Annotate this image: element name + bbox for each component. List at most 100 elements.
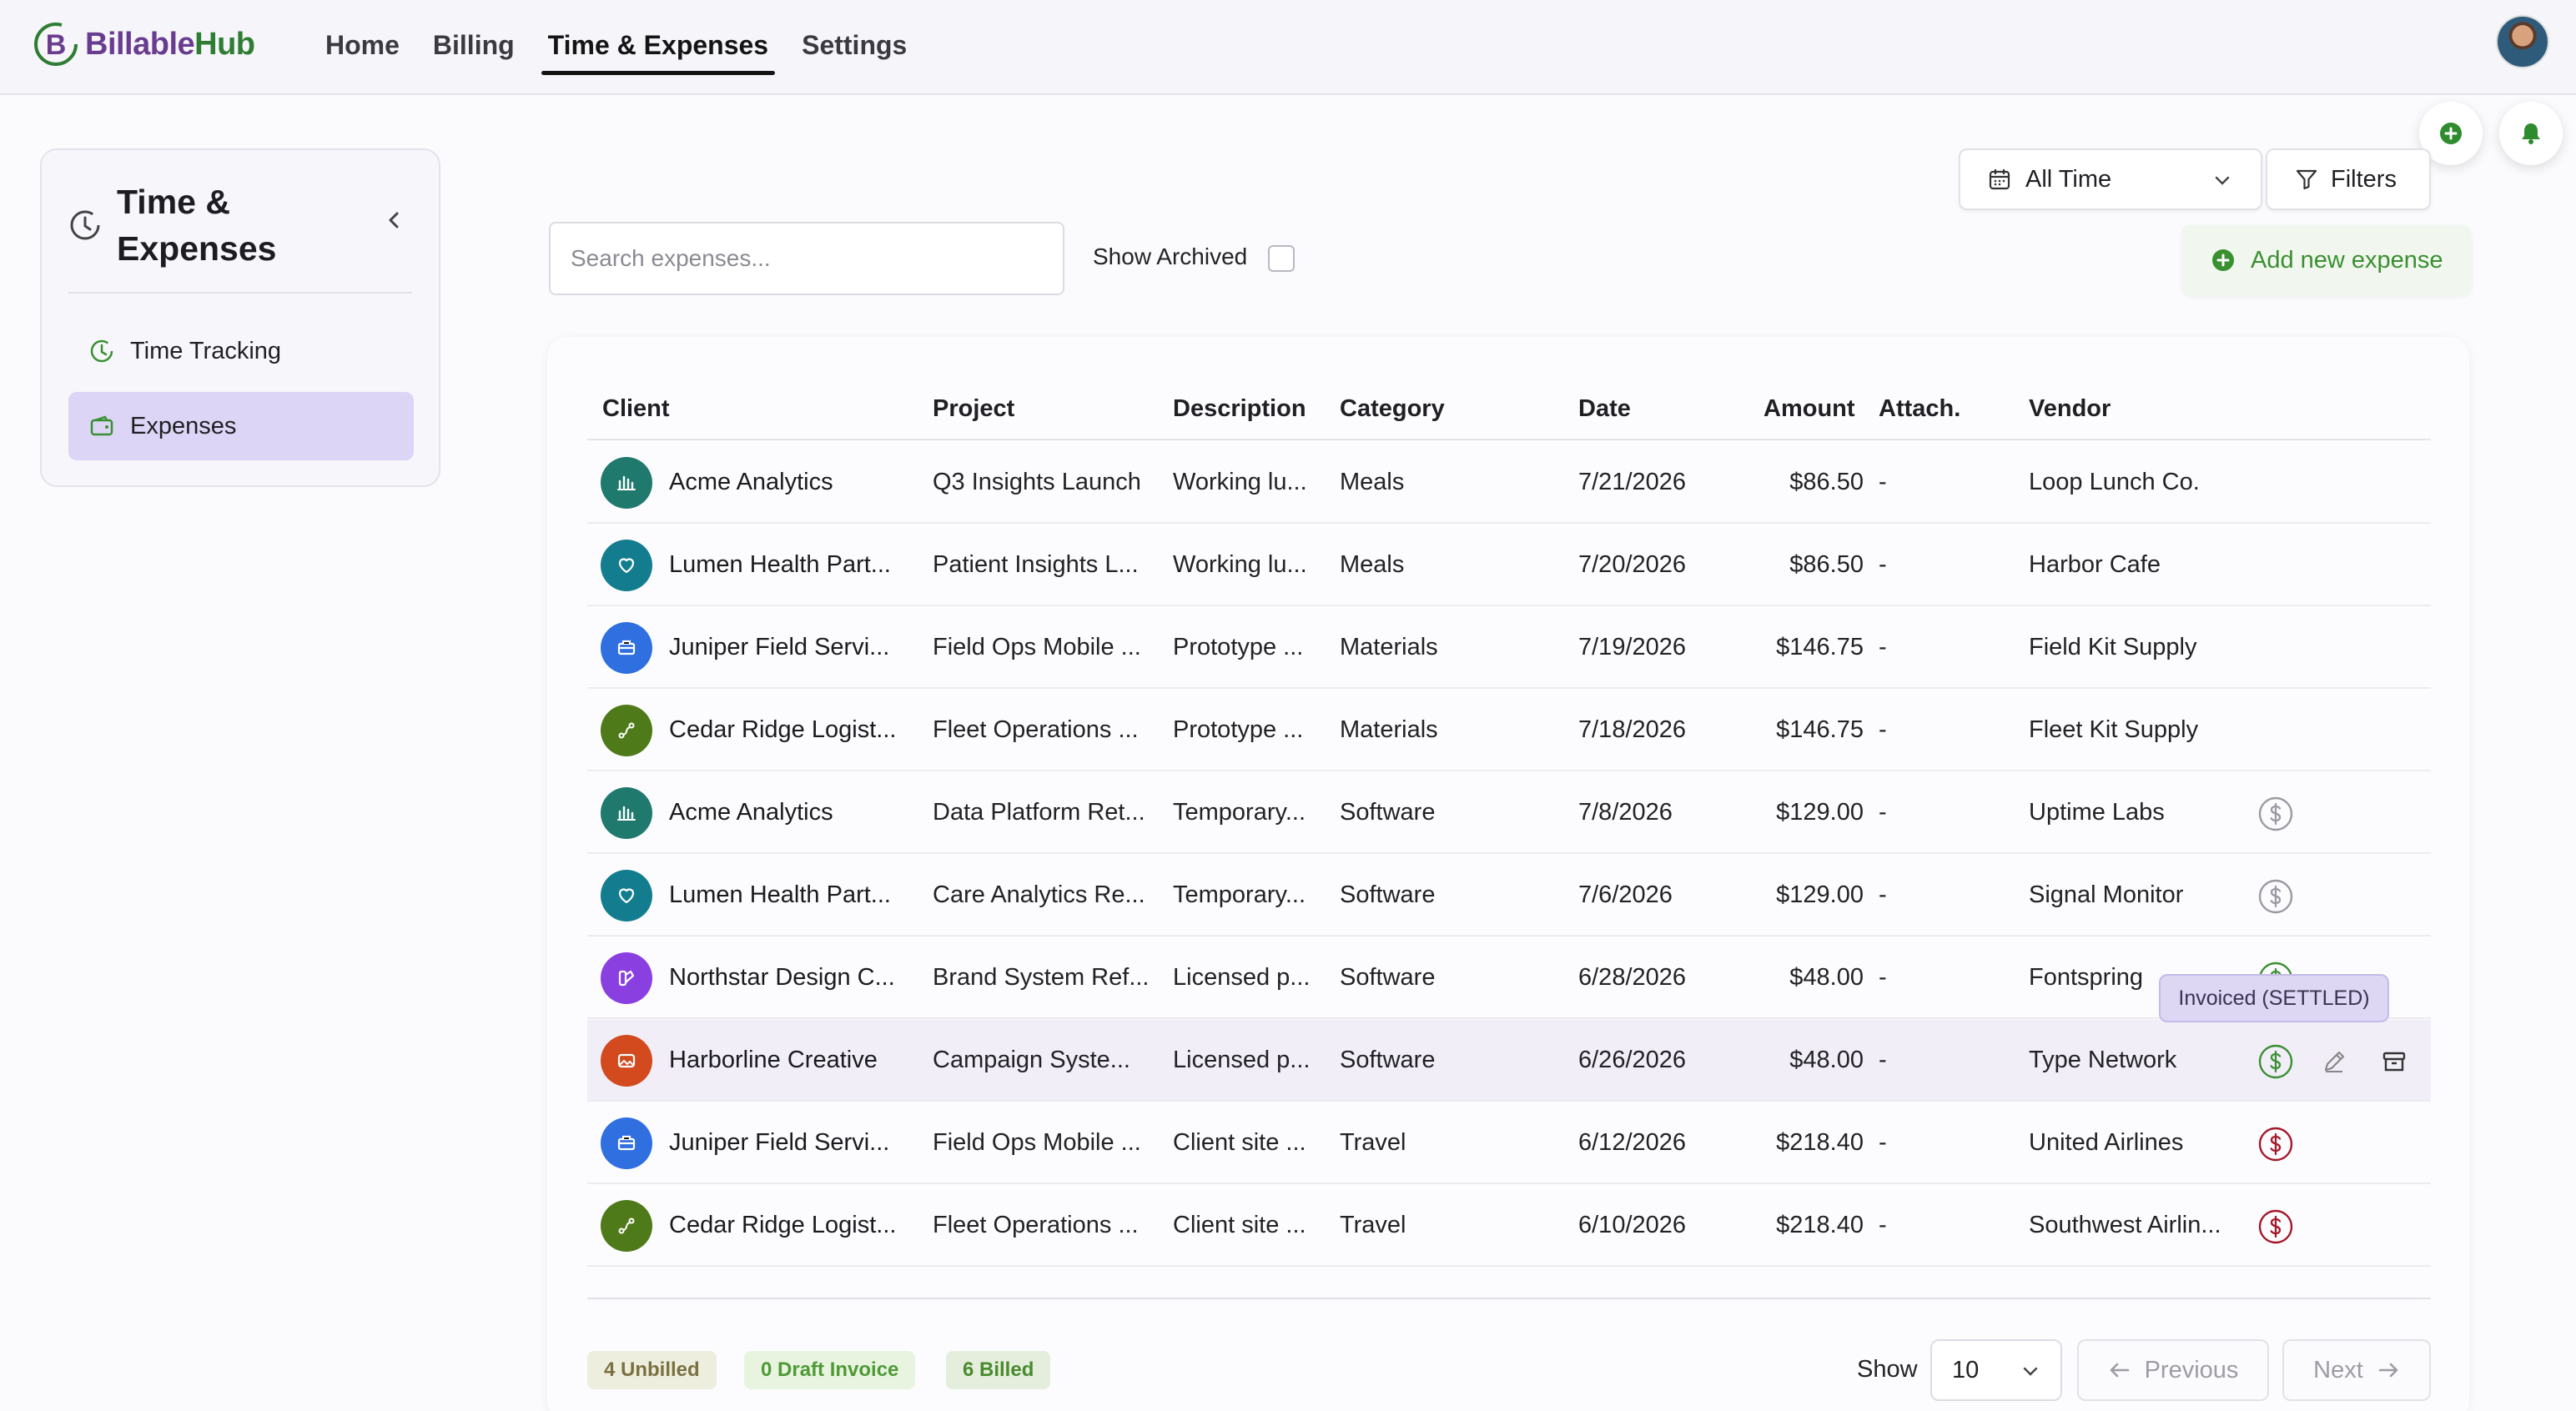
page-size-select[interactable]: 10: [1930, 1339, 2062, 1401]
chevron-down-icon: [2215, 176, 2230, 185]
vendor-name: Southwest Airlin...: [2029, 1212, 2221, 1238]
client-name[interactable]: Juniper Field Servi...: [669, 1129, 889, 1157]
date-range-select[interactable]: All Time: [1959, 148, 2262, 210]
expense-category: Travel: [1340, 1129, 1406, 1156]
expense-amount: $129.00: [1776, 881, 1864, 908]
column-header-description[interactable]: Description: [1173, 395, 1306, 423]
palette-icon: [618, 970, 635, 987]
sidebar: Time & Expenses Time Tracking Expenses: [40, 148, 440, 487]
client-name[interactable]: Cedar Ridge Logist...: [669, 1212, 896, 1239]
expense-date: 7/6/2026: [1578, 881, 1673, 908]
client-name[interactable]: Acme Analytics: [669, 799, 833, 826]
filter-icon: [2296, 169, 2317, 190]
project-name: Patient Insights L...: [933, 551, 1139, 578]
invoice-status-dollar-icon[interactable]: [2257, 1043, 2294, 1080]
nav-billing[interactable]: Billing: [433, 30, 515, 72]
column-header-vendor[interactable]: Vendor: [2029, 395, 2111, 423]
table-row[interactable]: Lumen Health Part... Patient Insights L..…: [587, 525, 2431, 606]
bar-chart-icon: [617, 475, 636, 490]
expense-date: 6/12/2026: [1578, 1129, 1687, 1156]
expense-category: Materials: [1340, 634, 1438, 660]
main-nav: Home Billing Time & Expenses Settings: [325, 30, 907, 75]
plus-circle-icon: [2212, 249, 2234, 271]
table-row[interactable]: Juniper Field Servi... Field Ops Mobile .…: [587, 607, 2431, 689]
expense-category: Meals: [1340, 469, 1405, 495]
client-avatar: [601, 787, 652, 839]
add-new-expense-button[interactable]: Add new expense: [2182, 225, 2471, 295]
table-row[interactable]: Northstar Design C... Brand System Ref...…: [587, 937, 2431, 1019]
table-row[interactable]: Harborline Creative Campaign Syste... Lice…: [587, 1020, 2431, 1102]
project-name: Fleet Operations ...: [933, 716, 1139, 743]
vendor-name: Loop Lunch Co.: [2029, 469, 2200, 495]
nav-time-expenses[interactable]: Time & Expenses: [541, 30, 776, 75]
nav-settings[interactable]: Settings: [802, 30, 907, 72]
sidebar-item-time-tracking[interactable]: Time Tracking: [68, 317, 414, 385]
client-name[interactable]: Juniper Field Servi...: [669, 634, 889, 661]
billed-count-badge[interactable]: 6 Billed: [946, 1351, 1051, 1389]
user-avatar[interactable]: [2496, 15, 2549, 68]
status-tooltip: Invoiced (SETTLED): [2159, 974, 2389, 1022]
attachment-value: -: [1879, 551, 1887, 578]
column-header-date[interactable]: Date: [1578, 395, 1631, 423]
table-header: Client Project Description Category Date…: [587, 384, 2431, 440]
logo-mark-icon: B: [34, 23, 78, 66]
show-archived-checkbox[interactable]: [1268, 245, 1295, 272]
heart-icon: [618, 888, 635, 904]
expense-category: Software: [1340, 799, 1436, 826]
sidebar-title: Time & Expenses: [117, 183, 277, 268]
sidebar-item-expenses[interactable]: Expenses: [68, 392, 414, 460]
nav-home[interactable]: Home: [325, 30, 400, 72]
table-row[interactable]: Acme Analytics Q3 Insights Launch Working …: [587, 442, 2431, 524]
client-avatar: [601, 540, 652, 591]
attachment-value: -: [1879, 469, 1887, 495]
notifications-button[interactable]: [2499, 102, 2563, 165]
collapse-sidebar-icon[interactable]: [382, 208, 405, 232]
archive-box-icon[interactable]: [2377, 1045, 2411, 1078]
expense-date: 7/20/2026: [1578, 551, 1687, 578]
app-logo[interactable]: B BillableHub: [32, 20, 255, 68]
expense-description: Licensed p...: [1173, 964, 1311, 991]
column-header-client[interactable]: Client: [602, 395, 670, 423]
column-header-category[interactable]: Category: [1340, 395, 1445, 423]
table-row[interactable]: Cedar Ridge Logist... Fleet Operations ..…: [587, 1185, 2431, 1267]
next-page-button[interactable]: Next: [2282, 1339, 2431, 1401]
project-name: Fleet Operations ...: [933, 1212, 1139, 1238]
vendor-name: Harbor Cafe: [2029, 551, 2161, 578]
table-row[interactable]: Juniper Field Servi... Field Ops Mobile .…: [587, 1102, 2431, 1184]
client-avatar: [601, 457, 652, 509]
invoice-status-dollar-icon[interactable]: [2257, 1126, 2294, 1162]
wallet-icon: [90, 415, 113, 436]
draft-invoice-count-badge[interactable]: 0 Draft Invoice: [744, 1351, 916, 1389]
column-header-attach[interactable]: Attach.: [1879, 395, 1960, 423]
client-name[interactable]: Lumen Health Part...: [669, 881, 891, 909]
client-name[interactable]: Harborline Creative: [669, 1047, 878, 1074]
route-icon: [618, 722, 635, 739]
show-archived-label: Show Archived: [1093, 244, 1248, 269]
table-row[interactable]: Cedar Ridge Logist... Fleet Operations ..…: [587, 690, 2431, 771]
previous-page-button[interactable]: Previous: [2077, 1339, 2269, 1401]
image-icon: [617, 1053, 636, 1068]
client-name[interactable]: Northstar Design C...: [669, 964, 895, 992]
unbilled-count-badge[interactable]: 4 Unbilled: [587, 1351, 717, 1389]
page-size-value: 10: [1952, 1356, 1980, 1383]
vendor-name: Uptime Labs: [2029, 799, 2165, 826]
arrow-right-icon: [2378, 1363, 2398, 1378]
expense-amount: $146.75: [1776, 634, 1864, 660]
invoice-status-dollar-icon[interactable]: [2257, 796, 2294, 832]
invoice-status-dollar-icon[interactable]: [2257, 878, 2294, 915]
vendor-name: Fontspring: [2029, 964, 2144, 991]
chevron-down-icon: [2023, 1367, 2038, 1376]
client-name[interactable]: Acme Analytics: [669, 469, 833, 496]
table-row[interactable]: Lumen Health Part... Care Analytics Re...…: [587, 855, 2431, 936]
column-header-amount[interactable]: Amount: [1763, 395, 1855, 423]
client-name[interactable]: Cedar Ridge Logist...: [669, 716, 896, 744]
filters-button[interactable]: Filters: [2266, 148, 2431, 210]
column-header-project[interactable]: Project: [933, 395, 1014, 423]
expense-category: Software: [1340, 881, 1436, 908]
search-input[interactable]: [549, 222, 1064, 295]
edit-pencil-icon[interactable]: [2317, 1045, 2351, 1078]
footer-divider: [587, 1298, 2431, 1299]
invoice-status-dollar-icon[interactable]: [2257, 1208, 2294, 1245]
table-row[interactable]: Acme Analytics Data Platform Ret... Tempor…: [587, 772, 2431, 854]
client-name[interactable]: Lumen Health Part...: [669, 551, 891, 579]
